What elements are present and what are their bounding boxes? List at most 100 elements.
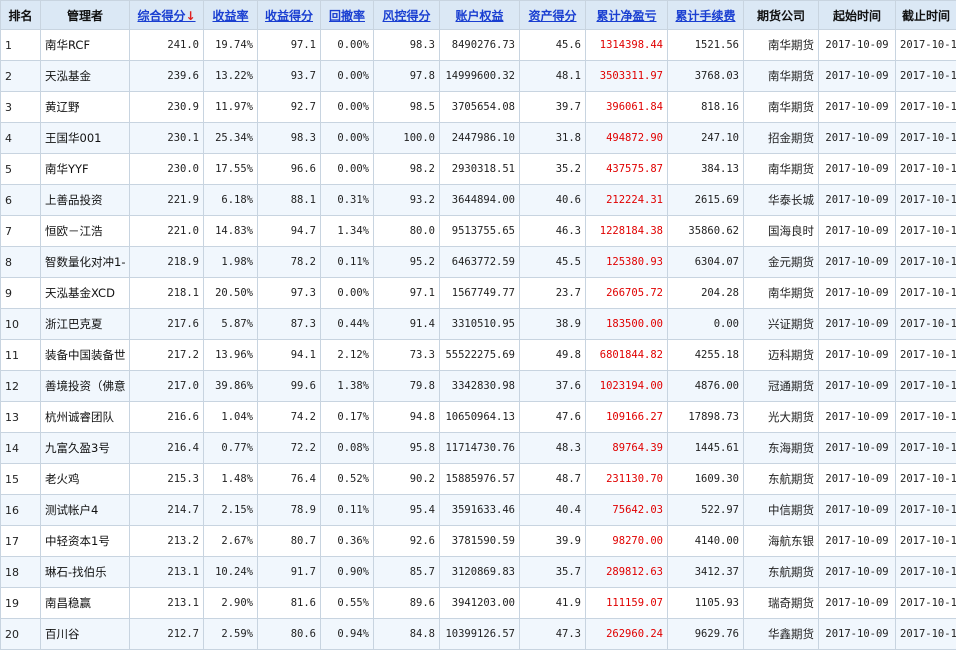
cell-manager: 恒欧－江浩 <box>41 216 130 247</box>
cell-equity: 1567749.77 <box>440 278 520 309</box>
cell-cum-fee: 17898.73 <box>668 402 744 433</box>
cell-equity: 14999600.32 <box>440 61 520 92</box>
cell-end-time: 2017-10-16 <box>896 185 956 216</box>
header-start-time: 起始时间 <box>819 1 896 30</box>
cell-drawdown: 0.52% <box>321 464 374 495</box>
cell-return-rate: 10.24% <box>204 557 258 588</box>
cell-total-score: 214.7 <box>130 495 204 526</box>
cell-total-score: 218.9 <box>130 247 204 278</box>
cell-futures-company: 国海良时 <box>744 216 819 247</box>
cell-risk-score: 90.2 <box>374 464 440 495</box>
cell-cum-profit: 266705.72 <box>586 278 668 309</box>
sort-total-score[interactable]: 综合得分↓ <box>130 1 204 30</box>
cell-drawdown: 0.55% <box>321 588 374 619</box>
cell-end-time: 2017-10-16 <box>896 154 956 185</box>
cell-equity: 10650964.13 <box>440 402 520 433</box>
cell-equity: 3342830.98 <box>440 371 520 402</box>
cell-futures-company: 南华期货 <box>744 278 819 309</box>
cell-risk-score: 89.6 <box>374 588 440 619</box>
cell-drawdown: 0.90% <box>321 557 374 588</box>
cell-return-rate: 14.83% <box>204 216 258 247</box>
cell-return-rate: 5.87% <box>204 309 258 340</box>
header-manager: 管理者 <box>41 1 130 30</box>
cell-rank: 10 <box>1 309 41 340</box>
cell-rank: 16 <box>1 495 41 526</box>
table-row: 2天泓基金239.613.22%93.70.00%97.814999600.32… <box>1 61 956 92</box>
cell-drawdown: 2.12% <box>321 340 374 371</box>
ranking-table: 排名 管理者 综合得分↓ 收益率 收益得分 回撤率 风控得分 账户权益 资产得分… <box>0 0 956 650</box>
sort-asset-score[interactable]: 资产得分 <box>520 1 586 30</box>
cell-risk-score: 85.7 <box>374 557 440 588</box>
cell-total-score: 241.0 <box>130 30 204 61</box>
cell-cum-profit: 89764.39 <box>586 433 668 464</box>
cell-asset-score: 23.7 <box>520 278 586 309</box>
cell-total-score: 215.3 <box>130 464 204 495</box>
cell-rank: 11 <box>1 340 41 371</box>
cell-cum-fee: 384.13 <box>668 154 744 185</box>
cell-equity: 3941203.00 <box>440 588 520 619</box>
cell-start-time: 2017-10-09 <box>819 61 896 92</box>
cell-total-score: 239.6 <box>130 61 204 92</box>
header-total-score-label[interactable]: 综合得分 <box>137 9 185 23</box>
cell-futures-company: 东航期货 <box>744 557 819 588</box>
cell-drawdown: 1.34% <box>321 216 374 247</box>
cell-futures-company: 兴证期货 <box>744 309 819 340</box>
sort-cum-fee[interactable]: 累计手续费 <box>668 1 744 30</box>
cell-risk-score: 80.0 <box>374 216 440 247</box>
cell-asset-score: 39.9 <box>520 526 586 557</box>
cell-return-score: 76.4 <box>258 464 321 495</box>
table-row: 1南华RCF241.019.74%97.10.00%98.38490276.73… <box>1 30 956 61</box>
cell-return-rate: 6.18% <box>204 185 258 216</box>
cell-risk-score: 98.2 <box>374 154 440 185</box>
cell-return-rate: 2.67% <box>204 526 258 557</box>
sort-cum-profit[interactable]: 累计净盈亏 <box>586 1 668 30</box>
cell-return-score: 87.3 <box>258 309 321 340</box>
cell-start-time: 2017-10-09 <box>819 464 896 495</box>
cell-risk-score: 79.8 <box>374 371 440 402</box>
table-row: 10浙江巴克夏217.65.87%87.30.44%91.43310510.95… <box>1 309 956 340</box>
cell-futures-company: 南华期货 <box>744 154 819 185</box>
table-row: 11装备中国装备世217.213.96%94.12.12%73.35552227… <box>1 340 956 371</box>
cell-return-rate: 1.04% <box>204 402 258 433</box>
cell-rank: 2 <box>1 61 41 92</box>
sort-risk-score[interactable]: 风控得分 <box>374 1 440 30</box>
cell-return-score: 78.2 <box>258 247 321 278</box>
cell-manager: 上善品投资 <box>41 185 130 216</box>
cell-start-time: 2017-10-09 <box>819 154 896 185</box>
sort-down-arrow-icon[interactable]: ↓ <box>185 9 195 23</box>
cell-return-score: 80.7 <box>258 526 321 557</box>
cell-manager: 浙江巴克夏 <box>41 309 130 340</box>
cell-return-rate: 25.34% <box>204 123 258 154</box>
cell-rank: 5 <box>1 154 41 185</box>
sort-return-rate[interactable]: 收益率 <box>204 1 258 30</box>
cell-asset-score: 41.9 <box>520 588 586 619</box>
cell-equity: 9513755.65 <box>440 216 520 247</box>
cell-drawdown: 0.11% <box>321 495 374 526</box>
cell-manager: 装备中国装备世 <box>41 340 130 371</box>
cell-return-score: 91.7 <box>258 557 321 588</box>
cell-cum-fee: 4255.18 <box>668 340 744 371</box>
cell-drawdown: 0.00% <box>321 61 374 92</box>
cell-end-time: 2017-10-16 <box>896 526 956 557</box>
cell-rank: 15 <box>1 464 41 495</box>
cell-asset-score: 35.2 <box>520 154 586 185</box>
table-row: 17中轻资本1号213.22.67%80.70.36%92.63781590.5… <box>1 526 956 557</box>
sort-drawdown[interactable]: 回撤率 <box>321 1 374 30</box>
cell-asset-score: 38.9 <box>520 309 586 340</box>
cell-cum-profit: 231130.70 <box>586 464 668 495</box>
sort-return-score[interactable]: 收益得分 <box>258 1 321 30</box>
cell-total-score: 217.2 <box>130 340 204 371</box>
cell-rank: 6 <box>1 185 41 216</box>
cell-risk-score: 97.1 <box>374 278 440 309</box>
cell-futures-company: 华泰长城 <box>744 185 819 216</box>
cell-total-score: 216.4 <box>130 433 204 464</box>
cell-return-rate: 13.96% <box>204 340 258 371</box>
table-row: 14九富久盈3号216.40.77%72.20.08%95.811714730.… <box>1 433 956 464</box>
cell-risk-score: 98.3 <box>374 30 440 61</box>
cell-asset-score: 48.3 <box>520 433 586 464</box>
cell-cum-fee: 4140.00 <box>668 526 744 557</box>
cell-cum-profit: 494872.90 <box>586 123 668 154</box>
header-end-time: 截止时间 <box>896 1 956 30</box>
cell-asset-score: 48.7 <box>520 464 586 495</box>
sort-equity[interactable]: 账户权益 <box>440 1 520 30</box>
